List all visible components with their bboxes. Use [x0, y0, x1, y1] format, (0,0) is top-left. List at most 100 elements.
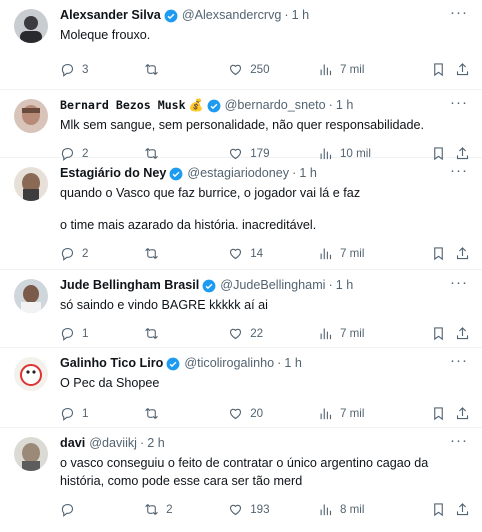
reply-count: 1	[82, 406, 89, 420]
share-button[interactable]	[455, 406, 470, 421]
retweet-icon	[145, 503, 158, 515]
share-button[interactable]	[455, 62, 470, 77]
avatar[interactable]	[14, 279, 48, 313]
retweet-button[interactable]	[144, 62, 228, 77]
like-icon	[230, 248, 242, 259]
reply-button[interactable]: 1	[60, 326, 144, 341]
tweet[interactable]: Alexsander Silva @Alexsandercrvg · 1 h ·…	[0, 0, 482, 90]
views-button[interactable]: 7 mil	[318, 62, 431, 77]
verified-badge-icon	[202, 279, 216, 292]
reply-icon	[61, 327, 74, 341]
separator: ·	[277, 356, 282, 370]
author-name[interactable]: Bernard Bezos Musk	[60, 97, 186, 114]
tweet[interactable]: Bernard Bezos Musk 💰 @bernardo_sneto · 1…	[0, 90, 482, 161]
timestamp[interactable]: 1 h	[336, 97, 354, 114]
more-icon[interactable]: ···	[450, 5, 468, 20]
share-icon	[456, 62, 469, 75]
share-button[interactable]	[455, 326, 470, 341]
reply-button[interactable]: 3	[60, 62, 144, 77]
avatar[interactable]	[14, 9, 48, 43]
like-button[interactable]: 193	[228, 502, 318, 517]
retweet-button[interactable]	[144, 246, 228, 261]
like-count: 22	[250, 326, 264, 340]
bookmark-button[interactable]	[431, 246, 455, 261]
like-button[interactable]: 20	[228, 406, 318, 421]
timestamp[interactable]: 1 h	[299, 165, 317, 182]
bookmark-icon	[434, 62, 444, 76]
bookmark-button[interactable]	[431, 406, 455, 421]
views-button[interactable]: 8 mil	[318, 502, 431, 517]
author-handle[interactable]: @Alexsandercrvg	[182, 7, 282, 24]
tweet-text: Mlk sem sangue, sem personalidade, não q…	[60, 118, 425, 132]
avatar[interactable]	[14, 167, 48, 201]
avatar[interactable]	[14, 437, 48, 471]
author-name[interactable]: Alexsander Silva	[60, 7, 161, 24]
tweet[interactable]: Galinho Tico Liro @ticolirogalinho · 1 h…	[0, 348, 482, 428]
retweet-button[interactable]: 2	[144, 502, 228, 517]
bookmark-button[interactable]	[431, 326, 455, 341]
share-icon	[456, 406, 469, 419]
like-button[interactable]: 22	[228, 326, 318, 341]
views-button[interactable]: 7 mil	[318, 326, 431, 341]
verified-badge-icon	[166, 357, 180, 370]
author-handle[interactable]: @bernardo_sneto	[225, 97, 326, 114]
more-icon[interactable]: ···	[450, 275, 468, 290]
view-count: 7 mil	[339, 406, 365, 420]
timestamp[interactable]: 1 h	[284, 355, 302, 372]
like-button[interactable]: 14	[228, 246, 318, 261]
like-icon	[230, 504, 242, 515]
view-count: 8 mil	[339, 502, 365, 516]
more-icon[interactable]: ···	[450, 95, 468, 110]
more-icon[interactable]: ···	[450, 353, 468, 368]
author-handle[interactable]: @JudeBellinghami	[220, 277, 325, 294]
tweet-text: quando o Vasco que faz burrice, o jogado…	[60, 186, 361, 200]
reply-feed: Alexsander Silva @Alexsandercrvg · 1 h ·…	[0, 0, 482, 532]
tweet-actions: 2 14 7 mil	[60, 234, 470, 272]
like-button[interactable]: 250	[228, 62, 318, 77]
like-count: 20	[250, 406, 264, 420]
timestamp[interactable]: 1 h	[292, 7, 310, 24]
view-count: 7 mil	[339, 62, 365, 76]
tweet-header: Bernard Bezos Musk 💰 @bernardo_sneto · 1…	[60, 97, 470, 114]
timestamp[interactable]: 2 h	[147, 435, 165, 452]
author-name[interactable]: Jude Bellingham Brasil	[60, 277, 199, 294]
like-icon	[230, 64, 242, 75]
bookmark-button[interactable]	[431, 62, 455, 77]
tweet[interactable]: Jude Bellingham Brasil @JudeBellinghami …	[0, 270, 482, 348]
retweet-button[interactable]	[144, 326, 228, 341]
views-icon	[320, 248, 332, 259]
retweet-icon	[145, 63, 158, 75]
avatar[interactable]	[14, 99, 48, 133]
share-button[interactable]	[455, 502, 470, 517]
share-button[interactable]	[455, 246, 470, 261]
author-handle[interactable]: @estagiariodoney	[187, 165, 289, 182]
share-icon	[456, 246, 469, 259]
view-count: 7 mil	[339, 326, 365, 340]
avatar[interactable]	[14, 357, 48, 391]
reply-button[interactable]: 1	[60, 406, 144, 421]
tweet-text: O Pec da Shopee	[60, 376, 160, 390]
views-button[interactable]: 7 mil	[318, 246, 431, 261]
tweet[interactable]: davi @daviikj · 2 h ··· o vasco consegui…	[0, 428, 482, 532]
author-name[interactable]: davi	[60, 435, 85, 452]
author-name[interactable]: Estagiário do Ney	[60, 165, 166, 182]
views-button[interactable]: 7 mil	[318, 406, 431, 421]
bookmark-icon	[434, 502, 444, 516]
bookmark-icon	[434, 246, 444, 260]
more-icon[interactable]: ···	[450, 163, 468, 178]
tweet[interactable]: Estagiário do Ney @estagiariodoney · 1 h…	[0, 158, 482, 270]
bookmark-button[interactable]	[431, 502, 455, 517]
more-icon[interactable]: ···	[450, 433, 468, 448]
tweet-text: Moleque frouxo.	[60, 28, 151, 42]
timestamp[interactable]: 1 h	[336, 277, 354, 294]
author-name[interactable]: Galinho Tico Liro	[60, 355, 163, 372]
author-handle[interactable]: @ticolirogalinho	[184, 355, 274, 372]
retweet-button[interactable]	[144, 406, 228, 421]
separator: ·	[284, 8, 289, 22]
views-icon	[320, 504, 332, 515]
reply-button[interactable]	[60, 502, 144, 517]
views-icon	[320, 408, 332, 419]
reply-icon	[61, 503, 74, 517]
reply-button[interactable]: 2	[60, 246, 144, 261]
author-handle[interactable]: @daviikj	[89, 435, 137, 452]
